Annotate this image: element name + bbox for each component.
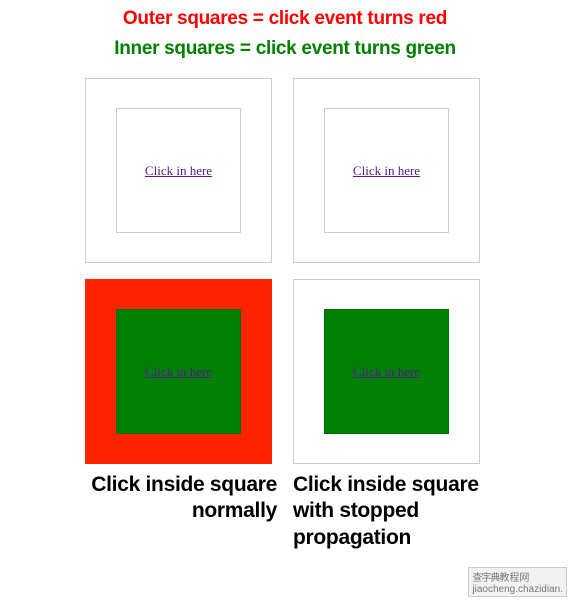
inner-square-bottom-left[interactable]: Click in here [116,309,241,434]
watermark-cn: 查字典 [472,573,499,584]
title-outer: Outer squares = click event turns red [0,8,570,30]
caption-left-line1: Click inside square [91,473,277,496]
outer-square-top-left[interactable]: Click in here [85,78,272,263]
outer-square-bottom-left[interactable]: Click in here [85,279,272,464]
caption-right-line1: Click inside square [293,473,479,496]
click-link-top-right[interactable]: Click in here [353,163,420,179]
captions-row: Click inside square normally Click insid… [0,464,570,551]
inner-square-bottom-right[interactable]: Click in here [324,309,449,434]
caption-right-line2: with stopped propagation [293,499,419,548]
caption-left-line2: normally [192,499,277,522]
outer-square-bottom-right[interactable]: Click in here [293,279,480,464]
click-link-bottom-left[interactable]: Click in here [145,364,212,380]
click-link-top-left[interactable]: Click in here [145,163,212,179]
title-inner: Inner squares = click event turns green [0,38,570,60]
watermark-suffix: 教程网 [499,573,529,584]
caption-right: Click inside square with stopped propaga… [293,472,485,551]
outer-square-top-right[interactable]: Click in here [293,78,480,263]
click-link-bottom-right[interactable]: Click in here [353,364,420,380]
demo-grid: Click in here Click in here Click in her… [0,78,570,464]
watermark-url: jiaocheng.chazidian. [472,584,563,595]
inner-square-top-left[interactable]: Click in here [116,108,241,233]
caption-left: Click inside square normally [85,472,277,551]
inner-square-top-right[interactable]: Click in here [324,108,449,233]
watermark: 查字典教程网 jiaocheng.chazidian. [468,567,567,597]
